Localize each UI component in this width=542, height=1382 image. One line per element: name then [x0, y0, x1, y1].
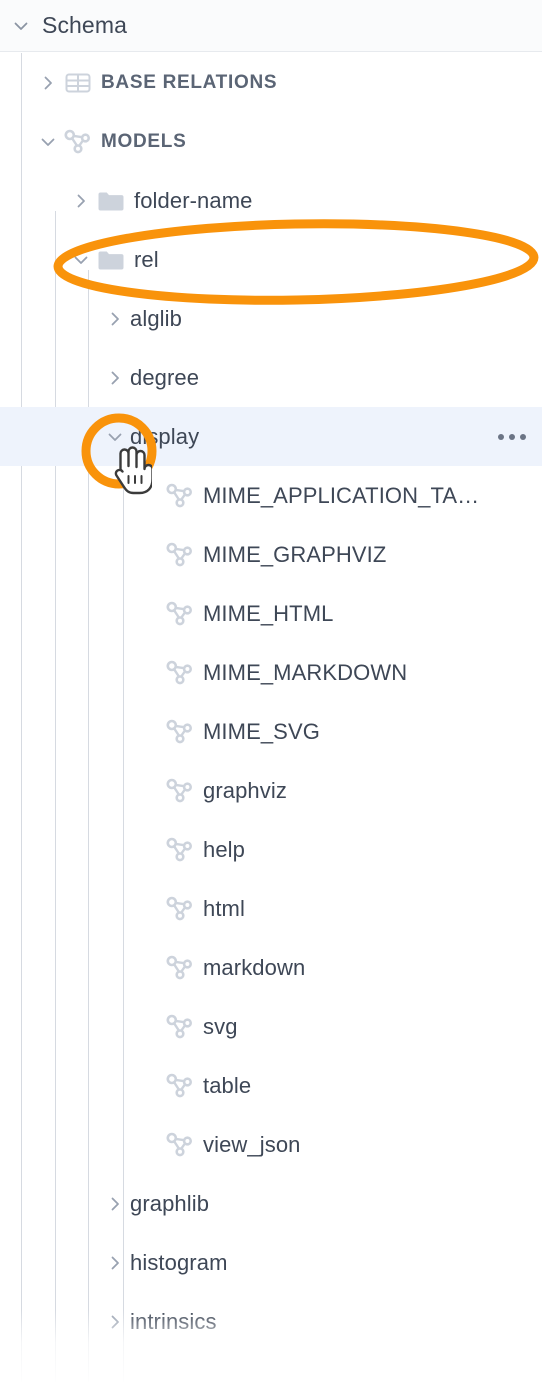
more-options-icon[interactable]: [492, 428, 532, 446]
tree-row-intrinsics[interactable]: intrinsics: [0, 1292, 542, 1351]
tree-row-label: rel: [134, 246, 159, 272]
tree-row-label: view_json: [203, 1131, 301, 1157]
tree-row-label: svg: [203, 1013, 238, 1039]
model-graph-icon: [165, 481, 195, 511]
chevron-down-icon[interactable]: [33, 127, 63, 157]
tree-row-table[interactable]: table: [0, 1056, 542, 1115]
schema-panel: Schema BASE RELATIONS MODELS folder-name…: [0, 0, 542, 1382]
tree-row-mime-graphviz[interactable]: MIME_GRAPHVIZ: [0, 525, 542, 584]
tree-row-mime-svg[interactable]: MIME_SVG: [0, 702, 542, 761]
chevron-down-icon[interactable]: [0, 15, 42, 37]
chevron-down-icon[interactable]: [66, 245, 96, 275]
model-graph-icon: [63, 127, 93, 157]
tree-row-label: help: [203, 836, 245, 862]
tree-row-label: histogram: [130, 1249, 228, 1275]
tree-row-label: folder-name: [134, 187, 253, 213]
tree-row-label: html: [203, 895, 245, 921]
tree-row-view-json[interactable]: view_json: [0, 1115, 542, 1174]
tree-row-rel[interactable]: rel: [0, 230, 542, 289]
table-grid-icon: [63, 68, 93, 98]
schema-panel-header[interactable]: Schema: [0, 0, 542, 52]
model-graph-icon: [165, 1130, 195, 1160]
chevron-right-icon[interactable]: [100, 304, 130, 334]
tree-row-mime-markdown[interactable]: MIME_MARKDOWN: [0, 643, 542, 702]
tree-row-label: table: [203, 1072, 252, 1098]
tree-row-display[interactable]: display: [0, 407, 542, 466]
tree-row-label: MIME_APPLICATION_TA…: [203, 482, 480, 508]
tree-row-folder-name[interactable]: folder-name: [0, 171, 542, 230]
model-graph-icon: [165, 776, 195, 806]
tree-row-label: MIME_SVG: [203, 718, 320, 744]
tree-row-degree[interactable]: degree: [0, 348, 542, 407]
tree-row-graphviz[interactable]: graphviz: [0, 761, 542, 820]
chevron-right-icon[interactable]: [33, 68, 63, 98]
model-graph-icon: [165, 1012, 195, 1042]
model-graph-icon: [165, 599, 195, 629]
model-graph-icon: [165, 953, 195, 983]
tree-row-label: MIME_GRAPHVIZ: [203, 541, 387, 567]
tree-row-label: markdown: [203, 954, 306, 980]
tree-row-label: MIME_HTML: [203, 600, 334, 626]
model-graph-icon: [165, 835, 195, 865]
folder-icon: [96, 186, 126, 216]
tree-row-label: intrinsics: [130, 1308, 217, 1334]
model-graph-icon: [165, 717, 195, 747]
tree-row-help[interactable]: help: [0, 820, 542, 879]
tree-row-mime-application-ta[interactable]: MIME_APPLICATION_TA…: [0, 466, 542, 525]
tree-row-alglib[interactable]: alglib: [0, 289, 542, 348]
pointing-hand-cursor: [114, 446, 152, 495]
tree-row-label: MODELS: [101, 130, 187, 152]
tree-row-label: BASE RELATIONS: [101, 71, 278, 93]
model-graph-icon: [165, 540, 195, 570]
tree-row-markdown[interactable]: markdown: [0, 938, 542, 997]
tree-row-html[interactable]: html: [0, 879, 542, 938]
tree-row-label: graphviz: [203, 777, 287, 803]
chevron-right-icon[interactable]: [100, 363, 130, 393]
model-graph-icon: [165, 658, 195, 688]
model-graph-icon: [165, 894, 195, 924]
tree-row-mime-html[interactable]: MIME_HTML: [0, 584, 542, 643]
chevron-right-icon[interactable]: [66, 186, 96, 216]
tree-row-label: graphlib: [130, 1190, 210, 1216]
tree-row-label: degree: [130, 364, 200, 390]
page-title: Schema: [42, 12, 127, 38]
tree-row-base-relations[interactable]: BASE RELATIONS: [0, 53, 542, 112]
chevron-right-icon[interactable]: [100, 1248, 130, 1278]
folder-icon: [96, 245, 126, 275]
tree-row-svg[interactable]: svg: [0, 997, 542, 1056]
tree-row-label: alglib: [130, 305, 182, 331]
tree-row-graphlib[interactable]: graphlib: [0, 1174, 542, 1233]
chevron-right-icon[interactable]: [100, 1189, 130, 1219]
model-graph-icon: [165, 1071, 195, 1101]
schema-tree: BASE RELATIONS MODELS folder-name rel al…: [0, 53, 542, 1382]
tree-row-histogram[interactable]: histogram: [0, 1233, 542, 1292]
tree-row-models[interactable]: MODELS: [0, 112, 542, 171]
chevron-right-icon[interactable]: [100, 1307, 130, 1337]
tree-row-label: MIME_MARKDOWN: [203, 659, 408, 685]
